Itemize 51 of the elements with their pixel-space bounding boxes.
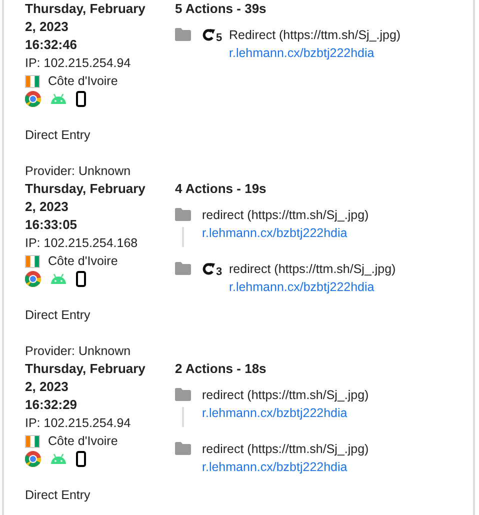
android-icon	[50, 273, 67, 285]
session-time: 16:33:05	[25, 216, 78, 234]
actions-summary: 4 Actions - 19s	[175, 180, 268, 198]
chrome-icon	[25, 91, 41, 107]
action-link[interactable]: r.lehmann.cx/bzbtj222hdia	[202, 404, 369, 422]
referrer-text: Direct Entry	[25, 127, 92, 144]
action-title: Redirect (https://ttm.sh/Sj_.jpg)	[229, 27, 401, 44]
redirect-icon	[202, 263, 215, 275]
redirect-icon	[202, 29, 215, 41]
flag-icon	[25, 434, 40, 448]
folder-icon	[175, 388, 191, 401]
actions-summary: 5 Actions - 39s	[175, 0, 268, 18]
action-title: redirect (https://ttm.sh/Sj_.jpg)	[229, 261, 396, 278]
session-time: 16:32:46	[25, 36, 78, 54]
folder-icon	[175, 262, 191, 275]
phone-icon	[76, 451, 86, 467]
action-title: redirect (https://ttm.sh/Sj_.jpg)	[202, 207, 369, 224]
phone-icon	[76, 271, 86, 287]
ip-address: IP: 102.215.254.168	[25, 235, 139, 252]
chrome-icon	[25, 271, 41, 287]
android-icon	[50, 453, 67, 465]
flag-icon	[25, 254, 40, 268]
redirect-count: 5	[216, 31, 222, 45]
provider-text: Provider: Unknown	[25, 163, 132, 180]
action-title: redirect (https://ttm.sh/Sj_.jpg)	[202, 441, 369, 458]
provider-text: Provider: Unknown	[25, 343, 132, 360]
session-date: Thursday, February 2, 2023	[25, 180, 146, 216]
referrer-text: Direct Entry	[25, 307, 92, 324]
chrome-icon	[25, 451, 41, 467]
folder-icon	[175, 442, 191, 455]
phone-icon	[76, 91, 86, 107]
action-title: redirect (https://ttm.sh/Sj_.jpg)	[202, 387, 369, 404]
action-link[interactable]: r.lehmann.cx/bzbtj222hdia	[202, 224, 369, 242]
referrer-text: Direct Entry	[25, 487, 92, 504]
action-link[interactable]: r.lehmann.cx/bzbtj222hdia	[229, 44, 401, 62]
session-date: Thursday, February 2, 2023	[25, 0, 146, 36]
flag-icon	[25, 74, 40, 88]
android-icon	[50, 93, 67, 105]
country-name: Côte d'Ivoire	[48, 253, 118, 270]
session-date: Thursday, February 2, 2023	[25, 360, 146, 396]
action-link[interactable]: r.lehmann.cx/bzbtj222hdia	[229, 278, 396, 296]
redirect-count: 3	[216, 265, 222, 279]
country-name: Côte d'Ivoire	[48, 73, 118, 90]
action-link[interactable]: r.lehmann.cx/bzbtj222hdia	[202, 458, 369, 476]
ip-address: IP: 102.215.254.94	[25, 55, 132, 72]
folder-icon	[175, 208, 191, 221]
session-time: 16:32:29	[25, 396, 78, 414]
ip-address: IP: 102.215.254.94	[25, 415, 132, 432]
folder-icon	[175, 28, 191, 41]
actions-summary: 2 Actions - 18s	[175, 360, 268, 378]
country-name: Côte d'Ivoire	[48, 433, 118, 450]
